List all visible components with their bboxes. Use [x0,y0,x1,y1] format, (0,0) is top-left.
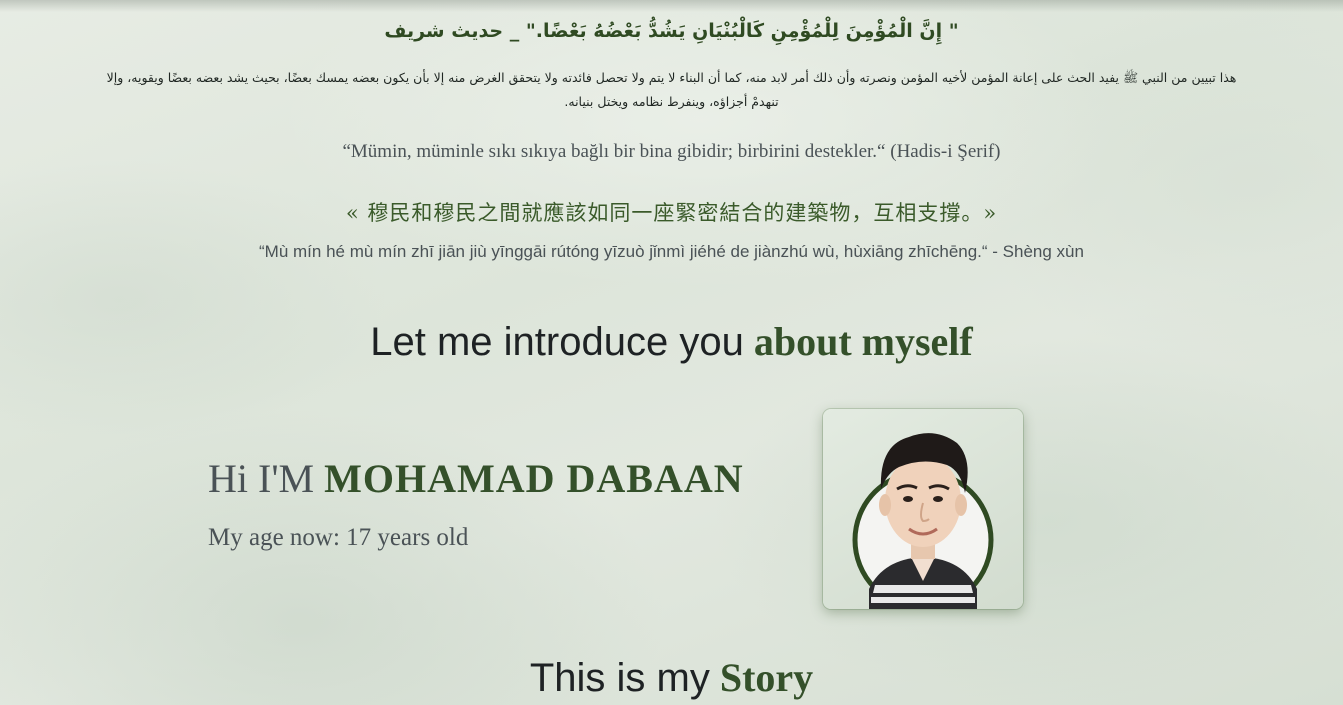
profile-photo-card [823,409,1023,609]
arabic-explanation: هذا تبيين من النبي ﷺ يفيد الحث على إعانة… [106,70,1237,109]
story-heading-light: This is my [529,656,710,700]
story-heading-bold: Story [719,655,814,700]
intro-heading: Let me introduce you about myself [0,318,1343,365]
arabic-hadith: " إِنَّ الْمُؤْمِنَ لِلْمُؤْمِنِ كَالْبُ… [384,20,959,42]
pinyin-hadith: “Mù mín hé mù mín zhī jiān jiù yīnggāi r… [259,242,1084,261]
greeting-text: Hi I'M [208,456,315,501]
intro-heading-light: Let me introduce you [370,320,744,364]
age-text: My age now: 17 years old [208,524,469,551]
profile-name: MOHAMAD DABAAN [324,456,744,501]
chinese-hadith: « 穆民和穆民之間就應該如同一座緊密結合的建築物，互相支撐。» [345,201,998,225]
turkish-hadith: “Mümin, müminle sıkı sıkıya bağlı bir bi… [342,141,1001,162]
profile-photo [852,433,994,609]
intro-heading-bold: about myself [753,319,973,364]
top-edge-shadow [0,0,1343,12]
greeting-heading: Hi I'M MOHAMAD DABAAN [208,455,744,502]
story-heading: This is my Story [0,654,1343,701]
